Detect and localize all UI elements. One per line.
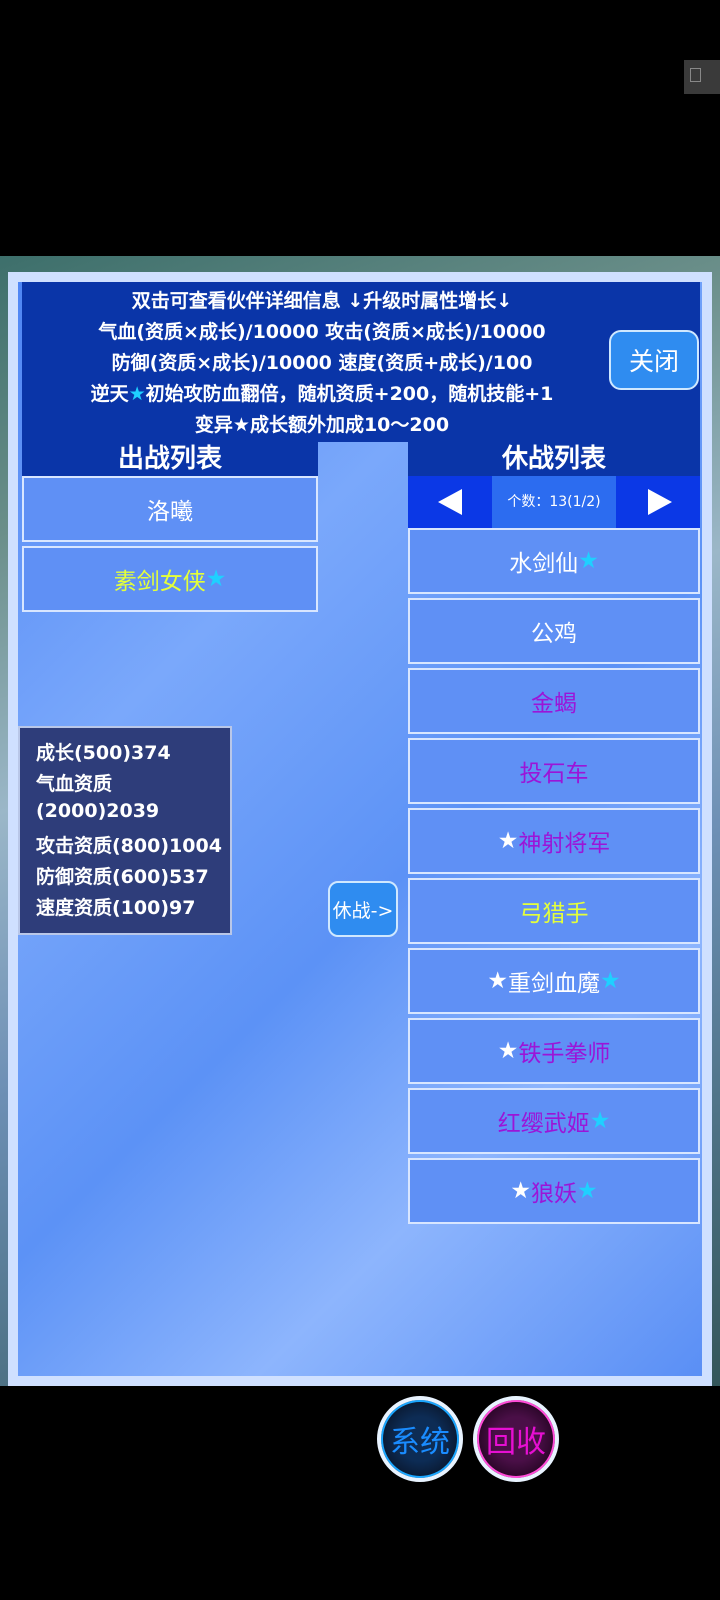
- star-icon: ★: [128, 383, 146, 405]
- recycle-button[interactable]: 回收: [473, 1396, 559, 1482]
- star-icon: ★: [577, 1178, 598, 1204]
- rest-button[interactable]: 休战->: [328, 881, 398, 937]
- star-icon: ★: [589, 1108, 611, 1134]
- star-icon: ★: [578, 548, 599, 574]
- system-button[interactable]: 系统: [377, 1396, 463, 1482]
- partner-name: 洛曦: [147, 499, 193, 525]
- list-item[interactable]: ★ 狼妖 ★: [408, 1158, 700, 1224]
- list-item[interactable]: ★ 铁手拳师: [408, 1018, 700, 1084]
- rest-list-title: 休战列表: [408, 442, 700, 476]
- partner-name: 金蝎: [531, 691, 577, 717]
- overlay-menu-button[interactable]: [684, 60, 720, 94]
- stat-defense: 防御资质(600)537: [36, 866, 209, 888]
- list-item[interactable]: ★ 重剑血魔 ★: [408, 948, 700, 1014]
- battle-list-title: 出战列表: [22, 442, 318, 476]
- star-icon: ★: [205, 566, 227, 592]
- info-header: 双击可查看伙伴详细信息 ↓升级时属性增长↓ 气血(资质×成长)/10000 攻击…: [22, 282, 700, 442]
- stat-growth: 成长(500)374: [36, 742, 171, 764]
- partner-name: 公鸡: [531, 621, 577, 647]
- star-icon: ★: [497, 828, 519, 854]
- stat-hp-label: 气血资质: [36, 773, 113, 795]
- star-icon: ★: [600, 968, 621, 994]
- partner-name: 弓猎手: [519, 901, 589, 927]
- stat-attack: 攻击资质(800)1004: [36, 835, 222, 857]
- arrow-right-icon[interactable]: [618, 476, 700, 528]
- info-line-4-prefix: 逆天: [90, 383, 129, 405]
- partner-name: 神射将军: [518, 831, 611, 857]
- info-line-2: 气血(资质×成长)/10000 攻击(资质×成长)/10000: [98, 321, 546, 343]
- info-line-5: 变异★成长额外加成10～200: [194, 414, 450, 436]
- arrow-left-icon[interactable]: [408, 476, 490, 528]
- info-line-1: 双击可查看伙伴详细信息 ↓升级时属性增长↓: [131, 290, 513, 312]
- partner-name: 铁手拳师: [518, 1041, 611, 1067]
- list-item[interactable]: 公鸡: [408, 598, 700, 664]
- partner-name: 狼妖: [531, 1181, 577, 1207]
- star-icon: ★: [510, 1178, 531, 1204]
- list-item[interactable]: 水剑仙 ★: [408, 528, 700, 594]
- star-icon: ★: [497, 1038, 519, 1064]
- partner-name: 红缨武姬: [497, 1111, 590, 1137]
- partner-name: 重剑血魔: [508, 971, 600, 997]
- partner-name: 水剑仙: [509, 551, 579, 577]
- close-button[interactable]: 关闭: [609, 330, 699, 390]
- list-item[interactable]: 弓猎手: [408, 878, 700, 944]
- list-item[interactable]: 投石车: [408, 738, 700, 804]
- list-item[interactable]: 洛曦: [22, 476, 318, 542]
- partner-name: 投石车: [519, 761, 589, 787]
- list-item[interactable]: 金蝎: [408, 668, 700, 734]
- list-item[interactable]: 红缨武姬 ★: [408, 1088, 700, 1154]
- star-icon: ★: [487, 968, 508, 994]
- info-line-3: 防御(资质×成长)/10000 速度(资质+成长)/100: [111, 352, 533, 374]
- partner-name: 素剑女侠: [113, 569, 206, 595]
- rest-list-pager: 个数：13(1/2): [408, 476, 700, 528]
- info-line-4: 逆天★初始攻防血翻倍，随机资质+200，随机技能+1: [22, 379, 622, 406]
- rest-count-label: 个数：13(1/2): [492, 476, 616, 528]
- stat-speed: 速度资质(100)97: [36, 897, 196, 919]
- list-item[interactable]: ★ 神射将军: [408, 808, 700, 874]
- partner-stats-tooltip: 成长(500)374 气血资质 (2000)2039 攻击资质(800)1004…: [18, 726, 232, 935]
- square-icon: [690, 68, 701, 82]
- info-line-4-suffix: 初始攻防血翻倍，随机资质+200，随机技能+1: [145, 383, 554, 405]
- stat-hp-value: (2000)2039: [36, 800, 160, 822]
- list-item[interactable]: 素剑女侠 ★: [22, 546, 318, 612]
